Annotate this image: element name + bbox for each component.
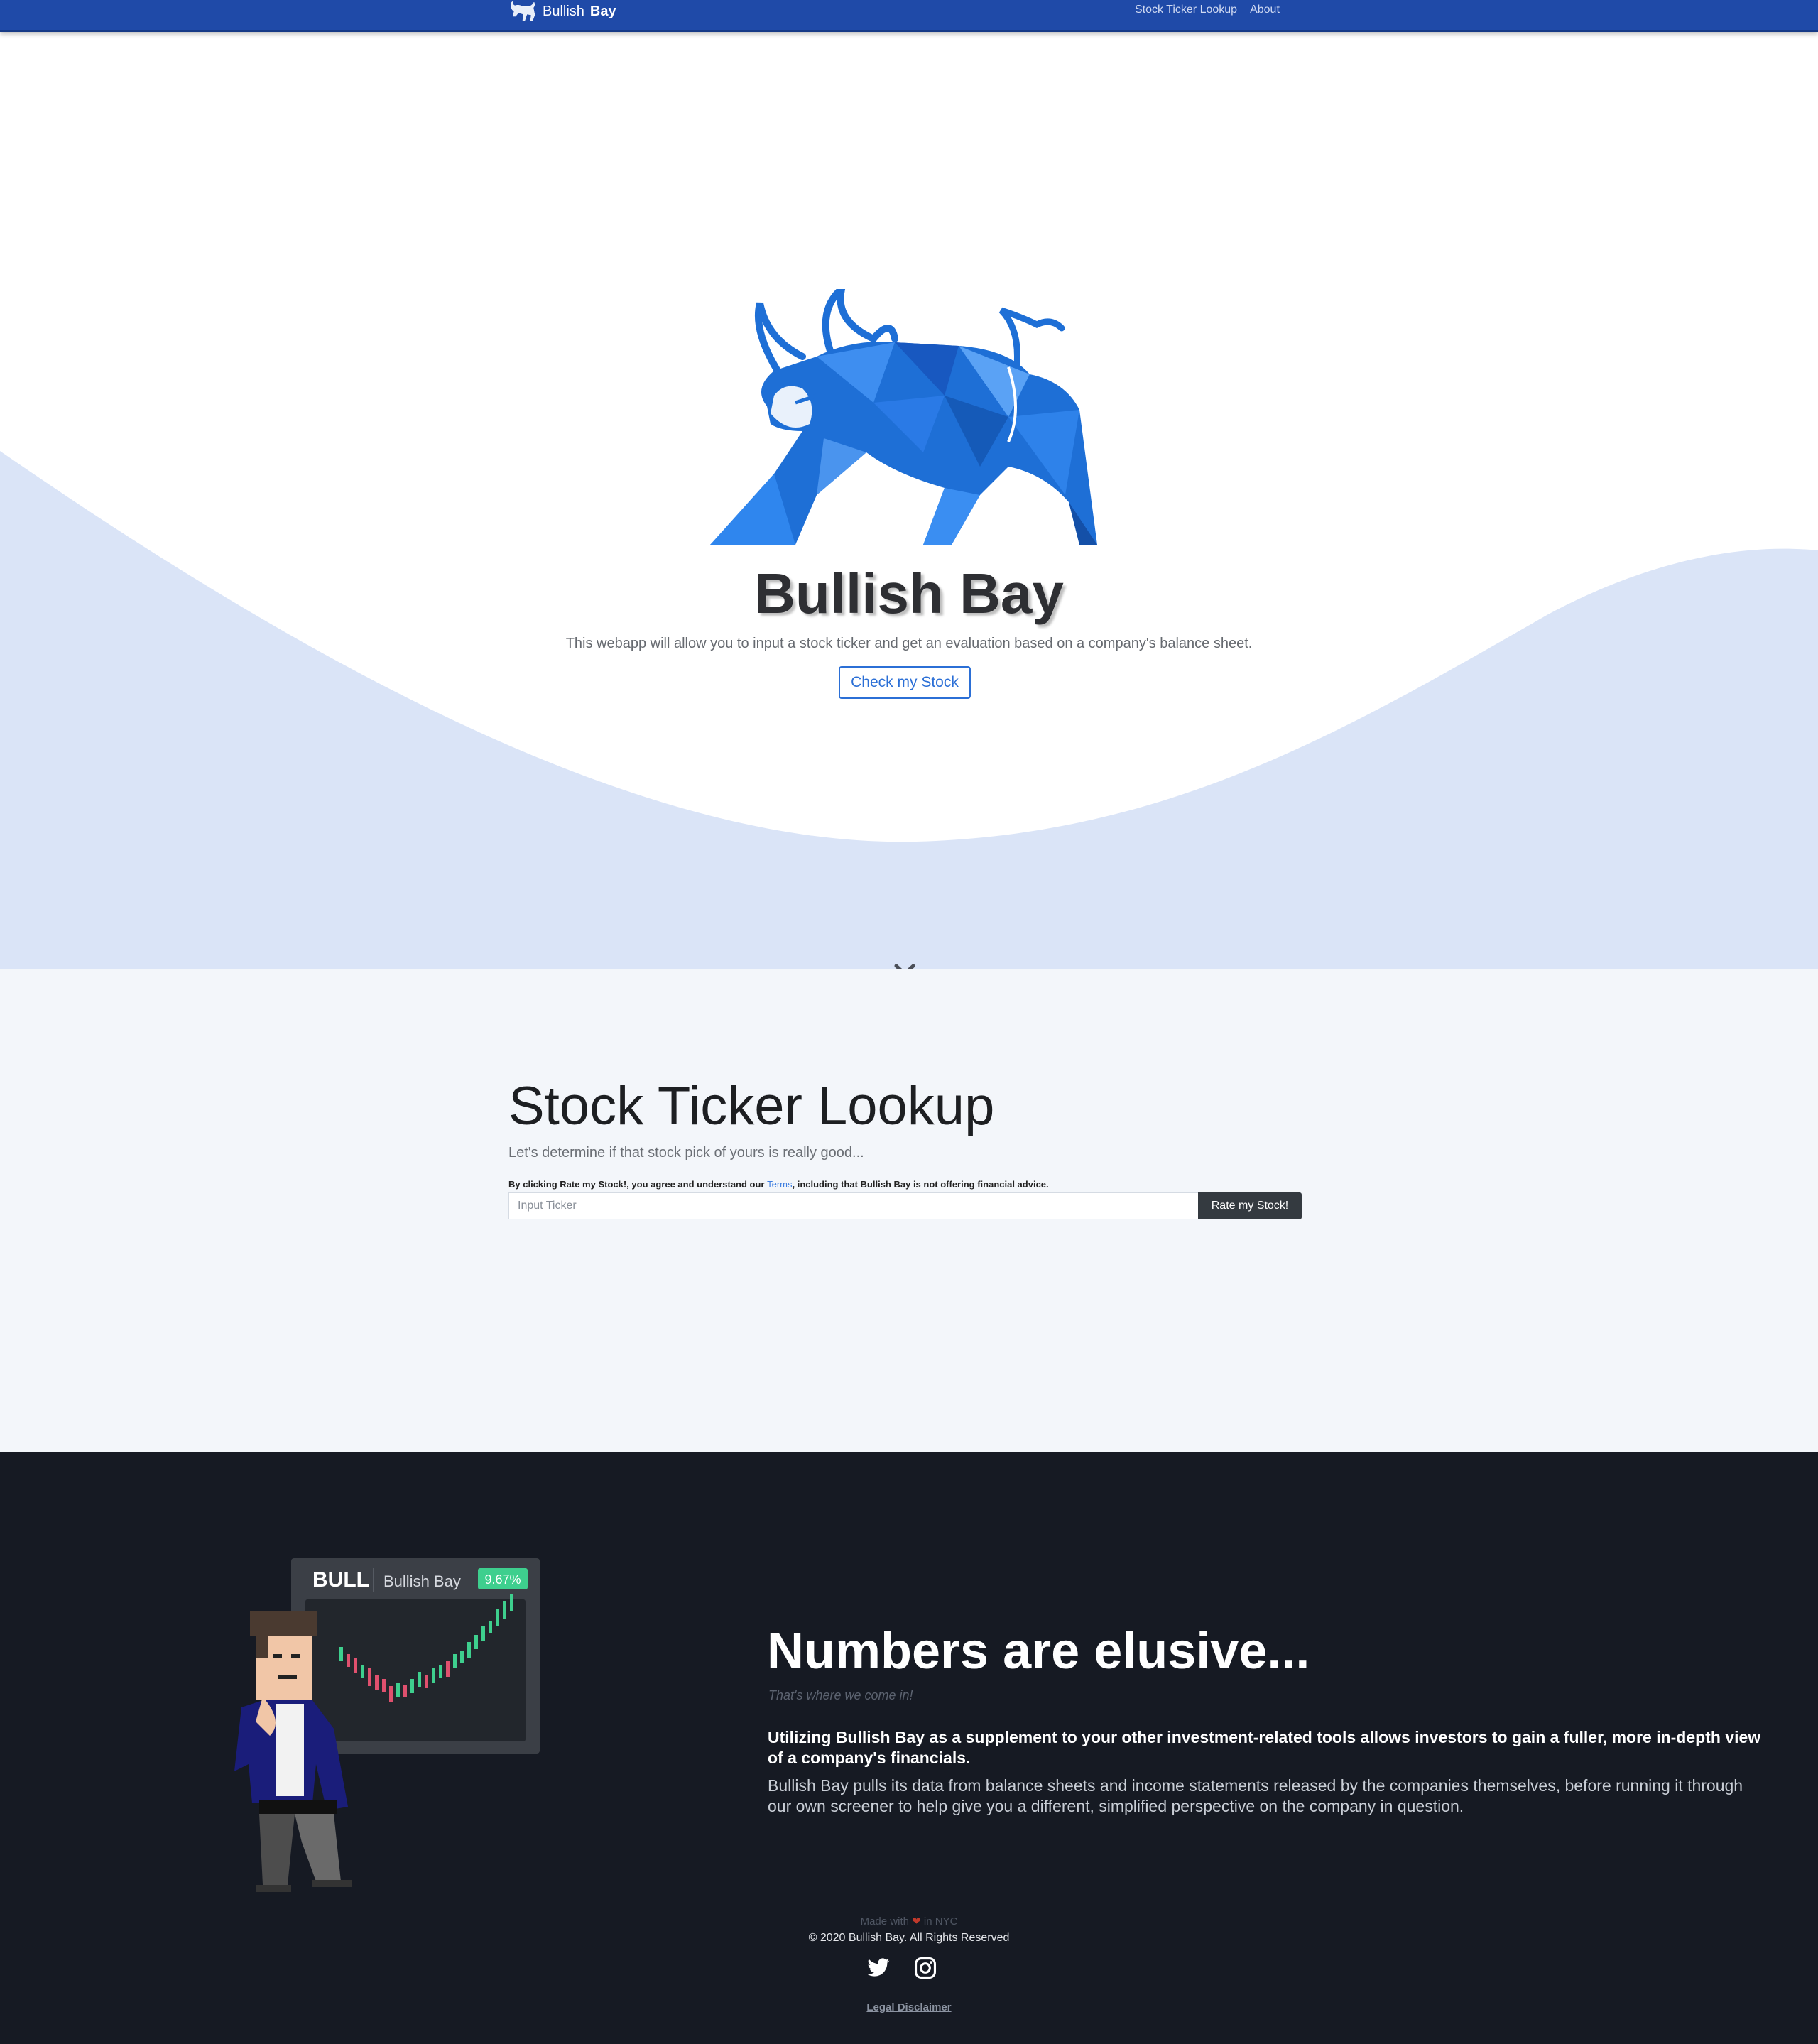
navbar-brand[interactable]: Bullish Bay — [508, 0, 616, 23]
heart-icon: ❤ — [912, 1915, 921, 1928]
about-tagline: That's where we come in! — [768, 1688, 913, 1702]
about-title: Numbers are elusive... — [767, 1623, 1310, 1680]
made-with-after: in NYC — [920, 1915, 958, 1928]
made-with-before: Made with — [860, 1915, 913, 1928]
lookup-title: Stock Ticker Lookup — [508, 1076, 995, 1136]
brand-name-light: Bullish — [543, 3, 584, 19]
nav-link-about[interactable]: About — [1250, 4, 1280, 16]
lookup-subtitle: Let's determine if that stock pick of yo… — [508, 1145, 864, 1160]
nav-links: Stock Ticker Lookup About — [1135, 4, 1280, 16]
bull-logo-icon — [511, 1, 535, 21]
terms-link[interactable]: Terms — [767, 1179, 792, 1190]
terms-notice: By clicking Rate my Stock!, you agree an… — [508, 1179, 1049, 1190]
navbar: Bullish Bay Stock Ticker Lookup About — [0, 0, 1818, 32]
chevron-down-icon[interactable] — [894, 963, 915, 969]
terms-notice-after: , including that Bullish Bay is not offe… — [792, 1179, 1049, 1190]
investor-chart-illustration: BULL Bullish Bay 9.67% — [234, 1558, 540, 1892]
twitter-icon[interactable] — [866, 1956, 891, 1980]
hero-section: Bullish Bay This webapp will allow you t… — [0, 32, 1818, 969]
bull-logo-icon — [710, 289, 1097, 545]
social-links — [866, 1956, 937, 1980]
check-my-stock-button[interactable]: Check my Stock — [839, 666, 971, 699]
rate-my-stock-button[interactable]: Rate my Stock! — [1198, 1192, 1302, 1219]
copyright-text: © 2020 Bullish Bay. All Rights Reserved — [808, 1932, 1010, 1944]
illustration-change-badge: 9.67% — [484, 1572, 521, 1587]
hero-title: Bullish Bay — [754, 562, 1064, 625]
ticker-input[interactable] — [508, 1192, 1199, 1219]
hero-subtitle: This webapp will allow you to input a st… — [565, 636, 1253, 651]
legal-disclaimer-link[interactable]: Legal Disclaimer — [0, 2001, 1818, 2013]
about-body-paragraph: Bullish Bay pulls its data from balance … — [768, 1776, 1743, 1815]
terms-notice-before: By clicking Rate my Stock!, you agree an… — [508, 1179, 768, 1190]
stock-ticker-lookup-section: Stock Ticker Lookup Let's determine if t… — [0, 969, 1818, 1452]
brand-name-bold: Bay — [589, 3, 616, 19]
nav-link-stock-ticker-lookup[interactable]: Stock Ticker Lookup — [1135, 4, 1237, 16]
illustration-ticker: BULL — [312, 1568, 369, 1592]
instagram-icon[interactable] — [913, 1956, 937, 1980]
about-section: BULL Bullish Bay 9.67% Numbers are elusi… — [0, 1452, 1818, 2044]
illustration-company: Bullish Bay — [383, 1572, 461, 1590]
made-with-text: Made with ❤ in NYC — [0, 1915, 1818, 1928]
about-lead-paragraph: Utilizing Bullish Bay as a supplement to… — [768, 1728, 1761, 1767]
